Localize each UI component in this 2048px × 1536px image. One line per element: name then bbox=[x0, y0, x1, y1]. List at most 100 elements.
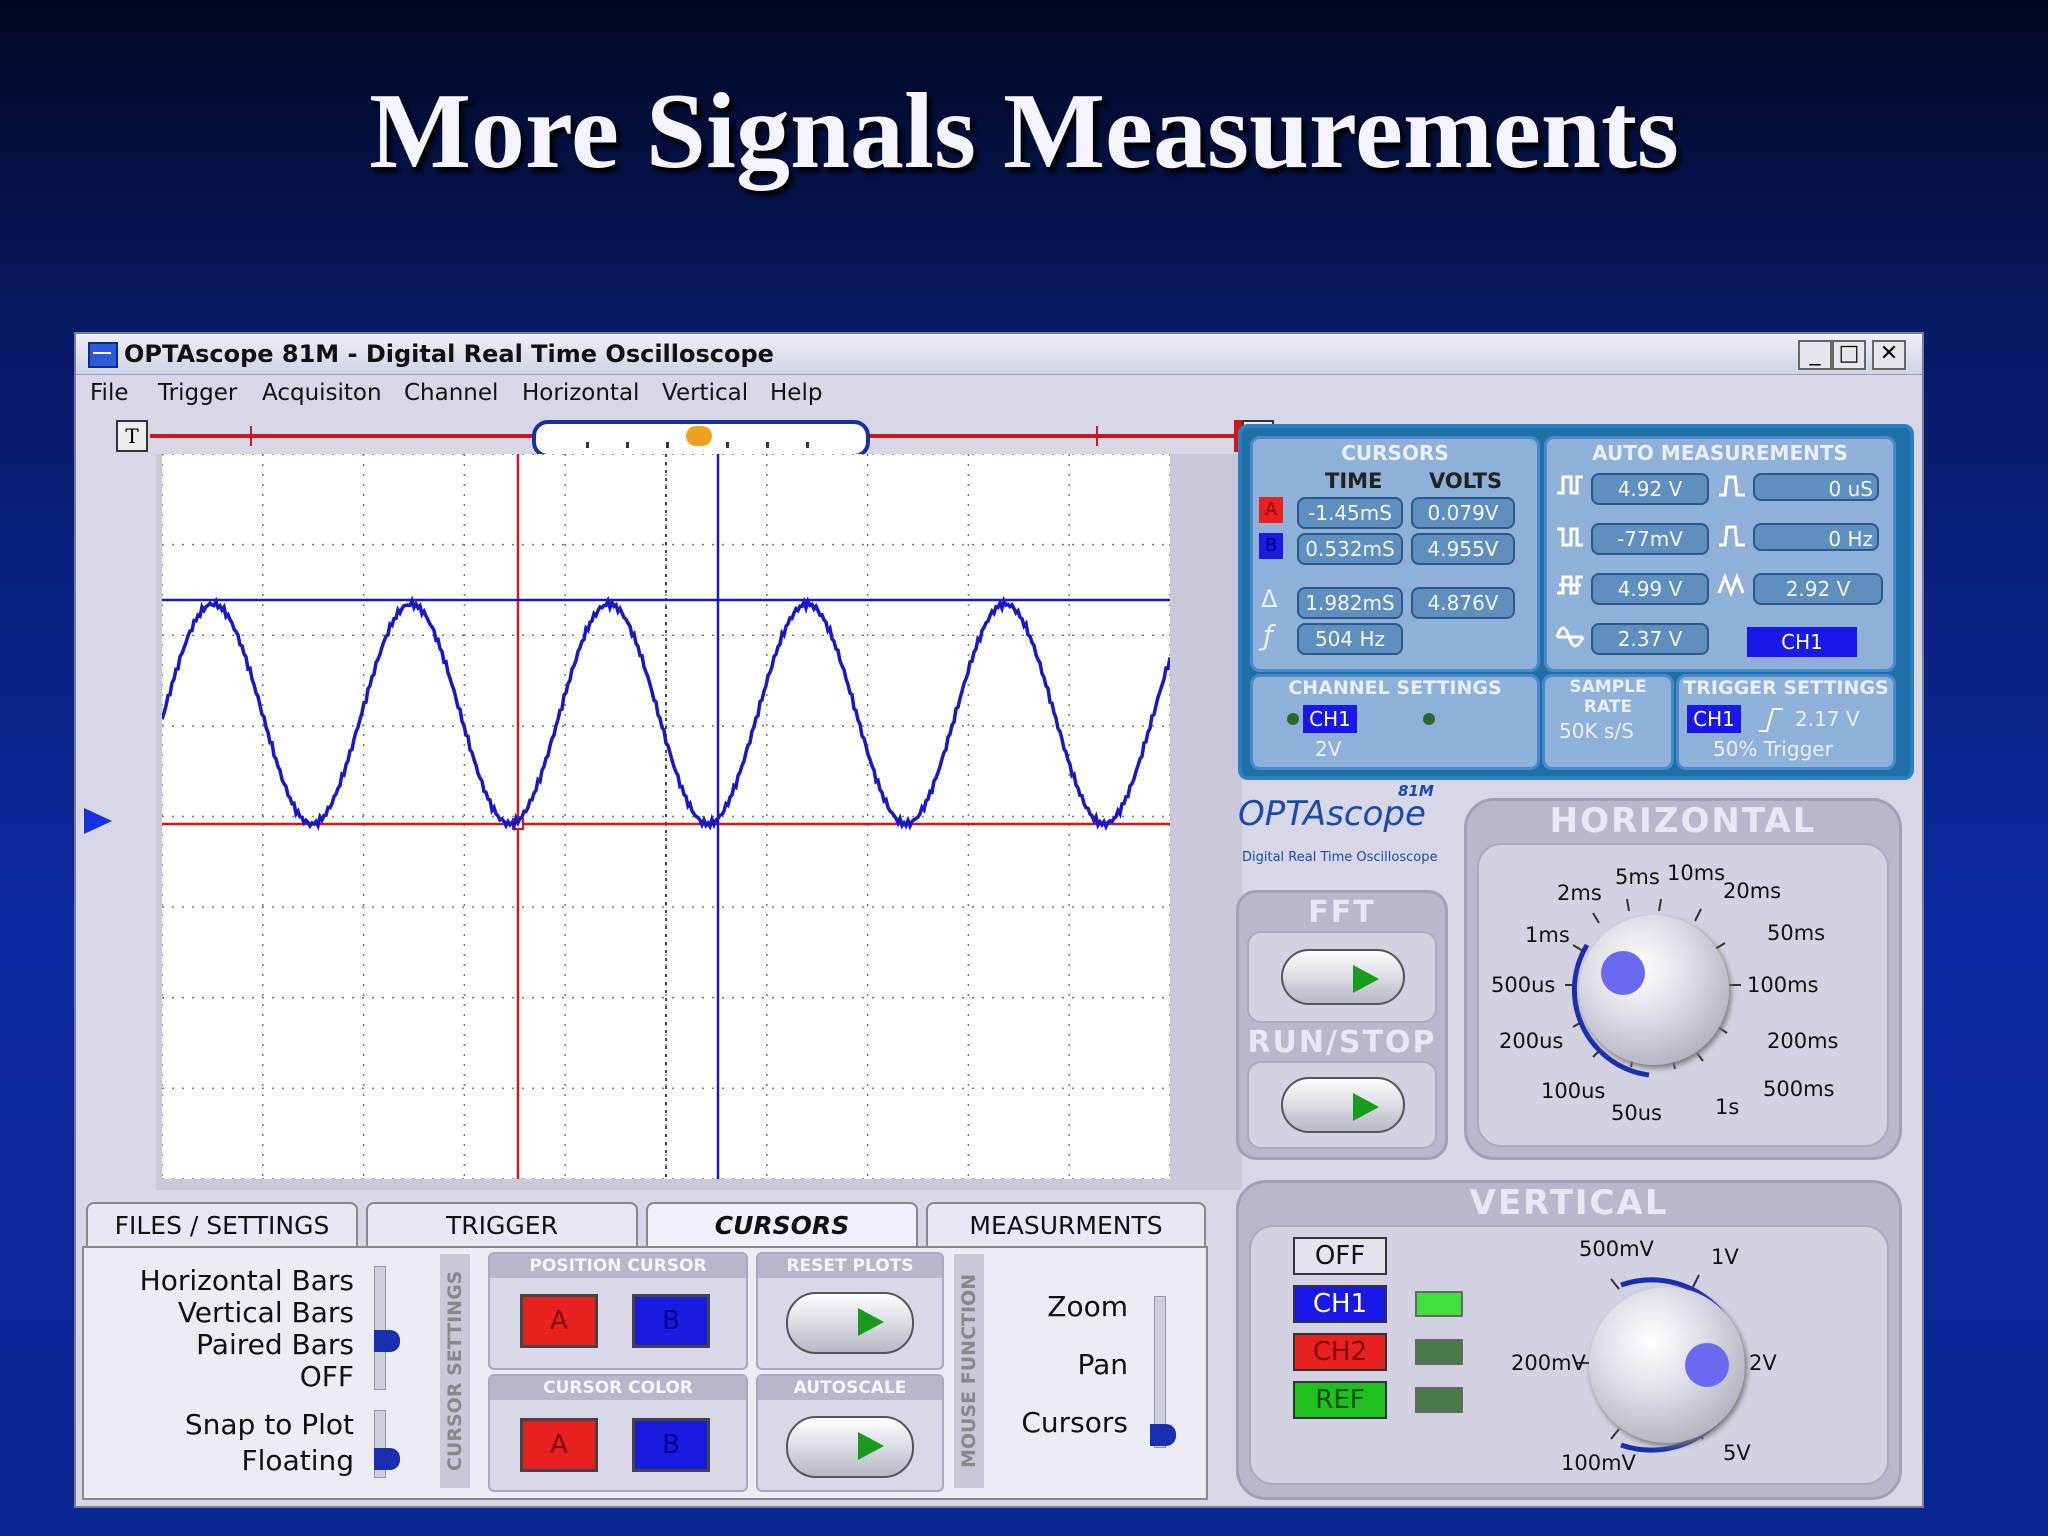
view-position-handle[interactable] bbox=[686, 426, 712, 446]
logo-subtitle: Digital Real Time Oscilloscope bbox=[1242, 850, 1438, 865]
mouse-option-cursors[interactable]: Cursors bbox=[994, 1406, 1128, 1439]
menu-acquisition[interactable]: Acquisiton bbox=[262, 380, 382, 406]
run-stop-button[interactable] bbox=[1281, 1077, 1405, 1133]
vertical-off-button[interactable]: OFF bbox=[1293, 1237, 1387, 1275]
reset-plots-button[interactable] bbox=[786, 1292, 914, 1354]
mouse-function-thumb[interactable] bbox=[1150, 1424, 1176, 1446]
peak-voltage-icon bbox=[1557, 475, 1583, 495]
logo-name: OPTAscope bbox=[1238, 794, 1426, 834]
dial-label: 100mV bbox=[1561, 1451, 1636, 1475]
vertical-volts-knob[interactable] bbox=[1589, 1287, 1745, 1443]
tab-files-settings[interactable]: FILES / SETTINGS bbox=[86, 1202, 358, 1248]
dial-label: 1s bbox=[1715, 1095, 1740, 1119]
cursor-color-b-button[interactable]: B bbox=[632, 1418, 710, 1472]
close-button[interactable]: ✕ bbox=[1872, 340, 1906, 370]
tab-trigger[interactable]: TRIGGER bbox=[366, 1202, 638, 1248]
ch1-led-icon bbox=[1415, 1291, 1463, 1317]
reset-plots-label: RESET PLOTS bbox=[758, 1254, 942, 1278]
auto-measurements-heading: AUTO MEASUREMENTS bbox=[1592, 441, 1848, 465]
channel-scale: 2V bbox=[1315, 737, 1342, 761]
option-floating[interactable]: Floating bbox=[88, 1444, 354, 1477]
fft-label: FFT bbox=[1308, 895, 1376, 930]
position-cursor-b-button[interactable]: B bbox=[632, 1294, 710, 1348]
fft-run-group: FFT RUN/STOP bbox=[1236, 890, 1448, 1160]
waveform-screen[interactable] bbox=[162, 454, 1170, 1179]
channel-offset-marker[interactable] bbox=[84, 808, 112, 834]
oscilloscope-window: OPTAscope 81M - Digital Real Time Oscill… bbox=[74, 332, 1924, 1508]
cursor-b-tag: B bbox=[1259, 533, 1283, 559]
run-stop-inner bbox=[1247, 1061, 1437, 1149]
mouse-option-zoom[interactable]: Zoom bbox=[994, 1290, 1128, 1323]
rise-time-icon bbox=[1719, 475, 1745, 497]
dial-label: 50us bbox=[1611, 1101, 1662, 1125]
scope-display bbox=[156, 454, 1242, 1190]
trigger-mode: 50% Trigger bbox=[1713, 737, 1833, 761]
dial-label: 200us bbox=[1499, 1029, 1564, 1053]
trigger-tick bbox=[1096, 426, 1098, 446]
dial-label: 500mV bbox=[1579, 1237, 1654, 1261]
rising-edge-icon bbox=[1759, 708, 1783, 732]
measurement-panel: CURSORS TIME VOLTS A B -1.45mS 0.079V 0.… bbox=[1238, 424, 1914, 780]
cursor-a-tag: A bbox=[1259, 497, 1283, 523]
tab-measurements[interactable]: MEASURMENTS bbox=[926, 1202, 1206, 1248]
time-header: TIME bbox=[1325, 469, 1383, 493]
position-cursor-a-button[interactable]: A bbox=[520, 1294, 598, 1348]
cursor-type-slider[interactable] bbox=[374, 1266, 386, 1390]
mouse-option-pan[interactable]: Pan bbox=[994, 1348, 1128, 1381]
dial-label: 100ms bbox=[1747, 973, 1819, 997]
trigger-left-marker[interactable]: T bbox=[116, 420, 148, 452]
trigger-settings: TRIGGER SETTINGS CH1 2.17 V 50% Trigger bbox=[1676, 674, 1896, 770]
frequency-icon: ƒ bbox=[1263, 619, 1273, 652]
reset-plots-group: RESET PLOTS bbox=[756, 1252, 944, 1370]
fft-button[interactable] bbox=[1281, 949, 1405, 1005]
option-paired-bars[interactable]: Paired Bars bbox=[88, 1328, 354, 1361]
menu-horizontal[interactable]: Horizontal bbox=[522, 380, 639, 406]
maximize-button[interactable]: □ bbox=[1832, 340, 1866, 370]
menu-file[interactable]: File bbox=[90, 380, 129, 406]
horizontal-section: HORIZONTAL 5ms 10ms 2ms 20ms 1ms 50ms 50… bbox=[1464, 798, 1902, 1160]
vertical-ch1-button[interactable]: CH1 bbox=[1293, 1285, 1387, 1323]
trigger-position-bar[interactable]: T T bbox=[116, 420, 1276, 458]
mouse-function-label: MOUSE FUNCTION bbox=[954, 1254, 984, 1488]
snap-thumb[interactable] bbox=[374, 1448, 400, 1470]
trigger-settings-label: TRIGGER SETTINGS bbox=[1683, 677, 1889, 699]
view-window-slider[interactable] bbox=[532, 420, 870, 458]
trigger-channel-select[interactable]: CH1 bbox=[1687, 705, 1741, 733]
vertical-ref-button[interactable]: REF bbox=[1293, 1381, 1387, 1419]
measure-mean: 2.92 V bbox=[1753, 573, 1883, 605]
menu-trigger[interactable]: Trigger bbox=[158, 380, 237, 406]
vertical-ch2-button[interactable]: CH2 bbox=[1293, 1333, 1387, 1371]
dial-label: 100us bbox=[1541, 1079, 1606, 1103]
cursor-type-thumb[interactable] bbox=[374, 1330, 400, 1352]
ref-led-icon bbox=[1415, 1387, 1463, 1413]
option-off[interactable]: OFF bbox=[88, 1360, 354, 1393]
channel-select[interactable]: CH1 bbox=[1303, 705, 1357, 733]
dial-label: 5V bbox=[1723, 1441, 1751, 1465]
horizontal-timebase-knob[interactable] bbox=[1579, 915, 1729, 1065]
sample-rate-label: SAMPLE RATE bbox=[1569, 677, 1647, 717]
option-snap-to-plot[interactable]: Snap to Plot bbox=[88, 1408, 354, 1441]
trigger-level: 2.17 V bbox=[1795, 707, 1860, 731]
minimize-button[interactable]: _ bbox=[1798, 340, 1832, 370]
tab-cursors[interactable]: CURSORS bbox=[646, 1202, 918, 1248]
autoscale-button[interactable] bbox=[786, 1416, 914, 1478]
menu-help[interactable]: Help bbox=[770, 380, 822, 406]
measure-rms: 2.37 V bbox=[1591, 623, 1709, 655]
option-horizontal-bars[interactable]: Horizontal Bars bbox=[88, 1264, 354, 1297]
measure-channel-select[interactable]: CH1 bbox=[1747, 627, 1857, 657]
option-vertical-bars[interactable]: Vertical Bars bbox=[88, 1296, 354, 1329]
cursor-color-group: CURSOR COLOR A B bbox=[488, 1374, 748, 1492]
autoscale-label: AUTOSCALE bbox=[758, 1376, 942, 1400]
cursor-a-time: -1.45mS bbox=[1297, 497, 1403, 529]
menu-channel[interactable]: Channel bbox=[404, 380, 498, 406]
waveform-plot bbox=[162, 454, 1170, 1179]
cursor-color-a-button[interactable]: A bbox=[520, 1418, 598, 1472]
sample-rate: SAMPLE RATE 50K s/S bbox=[1542, 674, 1674, 770]
autoscale-group: AUTOSCALE bbox=[756, 1374, 944, 1492]
channel-settings-label: CHANNEL SETTINGS bbox=[1288, 677, 1502, 699]
vertical-inner: OFF CH1 CH2 REF 500mV 1V 200mV 2V 100mV … bbox=[1249, 1225, 1889, 1485]
measure-frequency: 0 Hz bbox=[1753, 523, 1879, 551]
channel-settings: CHANNEL SETTINGS CH1 2V bbox=[1250, 674, 1540, 770]
trigger-tick bbox=[250, 426, 252, 446]
menu-vertical[interactable]: Vertical bbox=[662, 380, 748, 406]
